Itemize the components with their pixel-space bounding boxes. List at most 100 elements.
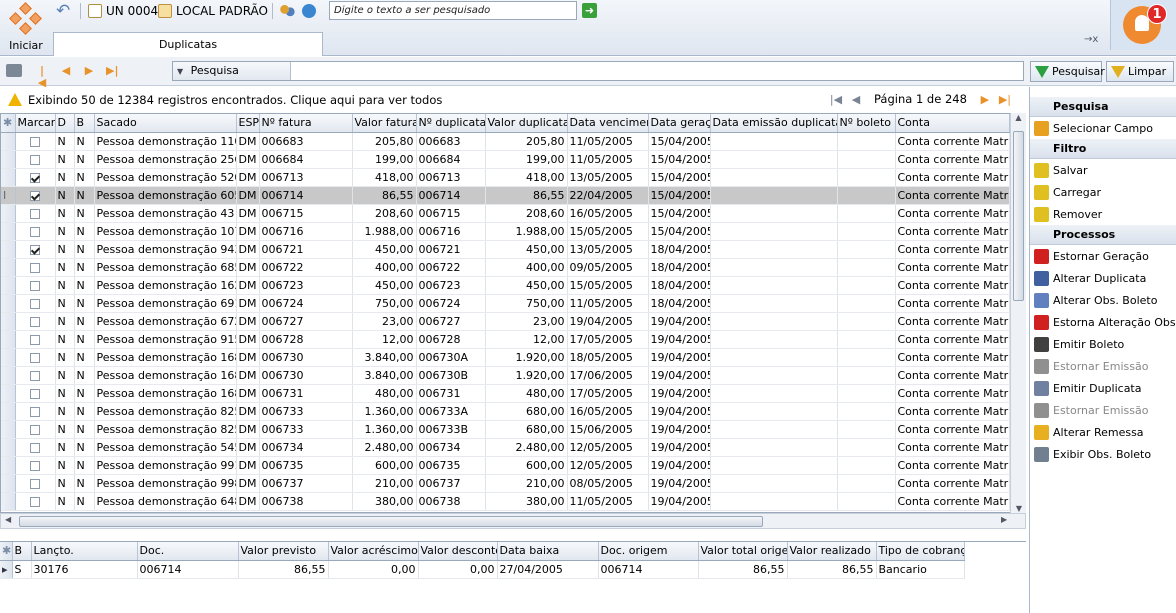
row-header[interactable]: I bbox=[1, 186, 16, 205]
grid-vertical-scrollbar[interactable]: ▲ ▼ bbox=[1010, 113, 1026, 513]
clear-button[interactable]: Limpar bbox=[1106, 61, 1174, 82]
prev-record-icon[interactable]: ◀ bbox=[60, 65, 72, 77]
column-header[interactable]: Valor duplicata bbox=[485, 114, 568, 133]
mark-checkbox[interactable] bbox=[30, 334, 40, 345]
column-header[interactable]: Data vencimento bbox=[567, 114, 649, 133]
search-button[interactable]: Pesquisar bbox=[1030, 61, 1105, 82]
mark-checkbox[interactable] bbox=[30, 154, 40, 165]
mark-checkbox[interactable] bbox=[30, 244, 40, 255]
sidebar-item[interactable]: Exibir Obs. Boleto bbox=[1030, 443, 1176, 465]
row-header[interactable] bbox=[1, 222, 16, 241]
column-header[interactable]: Conta bbox=[895, 114, 1010, 133]
table-row[interactable]: N N Pessoa demonstração 110 DM 006683 205,80 0… bbox=[1, 132, 1010, 151]
column-header[interactable]: Valor desconto bbox=[418, 542, 498, 561]
row-header[interactable] bbox=[1, 420, 16, 439]
table-row[interactable]: N N Pessoa demonstração 256 DM 006684 199,00 0… bbox=[1, 150, 1010, 169]
table-row[interactable]: N N Pessoa demonstração 685 DM 006722 400,00 0… bbox=[1, 258, 1010, 277]
unit-selector[interactable]: UN 0004 bbox=[88, 2, 158, 20]
table-row[interactable]: N N Pessoa demonstração 691 DM 006724 750,00 0… bbox=[1, 294, 1010, 313]
records-info-text[interactable]: Exibindo 50 de 12384 registros encontrad… bbox=[28, 93, 442, 107]
column-header[interactable]: B bbox=[12, 542, 32, 561]
next-page-icon[interactable]: ▶ bbox=[977, 93, 993, 106]
horizontal-scroll-thumb[interactable] bbox=[19, 516, 763, 527]
table-row[interactable]: N N Pessoa demonstração 998 DM 006737 210,00 0… bbox=[1, 474, 1010, 493]
table-row[interactable]: N N Pessoa demonstração 825 DM 006733 1.360,0… bbox=[1, 402, 1010, 421]
mark-checkbox[interactable] bbox=[30, 190, 40, 201]
column-header[interactable]: Tipo de cobrança bbox=[876, 542, 965, 561]
row-header[interactable] bbox=[1, 276, 16, 295]
mark-checkbox[interactable] bbox=[30, 406, 40, 417]
row-header[interactable] bbox=[1, 438, 16, 457]
table-row[interactable]: N N Pessoa demonstração 648 DM 006738 380,00 0… bbox=[1, 492, 1010, 511]
row-header[interactable] bbox=[1, 384, 16, 403]
sidebar-item[interactable]: Selecionar Campo bbox=[1030, 117, 1176, 139]
global-search-input[interactable]: Digite o texto a ser pesquisado bbox=[329, 1, 577, 20]
scroll-left-icon[interactable]: ◀ bbox=[5, 515, 11, 524]
mark-cell[interactable] bbox=[15, 474, 56, 493]
sidebar-item[interactable]: Estornar Emissão bbox=[1030, 399, 1176, 421]
mark-checkbox[interactable] bbox=[30, 136, 40, 147]
row-header[interactable] bbox=[1, 456, 16, 475]
column-header[interactable]: B bbox=[74, 114, 95, 133]
mark-checkbox[interactable] bbox=[30, 226, 40, 237]
row-header[interactable] bbox=[1, 348, 16, 367]
sidebar-item[interactable]: Emitir Duplicata bbox=[1030, 377, 1176, 399]
column-header[interactable]: Data baixa bbox=[497, 542, 599, 561]
scroll-up-icon[interactable]: ▲ bbox=[1011, 113, 1026, 129]
row-header[interactable] bbox=[1, 474, 16, 493]
mark-cell[interactable] bbox=[15, 456, 56, 475]
table-row[interactable]: N N Pessoa demonstração 915 DM 006728 12,00 00… bbox=[1, 330, 1010, 349]
column-header[interactable]: ESP bbox=[236, 114, 260, 133]
prev-page-icon[interactable]: ◀ bbox=[848, 93, 864, 106]
mark-checkbox[interactable] bbox=[30, 370, 40, 381]
last-page-icon[interactable]: ▶| bbox=[997, 93, 1013, 106]
sidebar-item[interactable]: Remover bbox=[1030, 203, 1176, 225]
sidebar-item[interactable]: Salvar bbox=[1030, 159, 1176, 181]
row-header[interactable] bbox=[1, 240, 16, 259]
table-row[interactable]: N N Pessoa demonstração 168 DM 006730 3.840,0… bbox=[1, 366, 1010, 385]
mark-checkbox[interactable] bbox=[30, 352, 40, 363]
row-header[interactable] bbox=[1, 366, 16, 385]
mark-cell[interactable] bbox=[15, 312, 56, 331]
refresh-button[interactable]: ↶ bbox=[56, 2, 72, 20]
mark-cell[interactable] bbox=[15, 168, 56, 187]
table-row[interactable]: N N Pessoa demonstração 825 DM 006733 1.360,0… bbox=[1, 420, 1010, 439]
mark-checkbox[interactable] bbox=[30, 208, 40, 219]
tab-duplicatas[interactable]: Duplicatas bbox=[53, 32, 323, 56]
mark-cell[interactable] bbox=[15, 222, 56, 241]
users-button[interactable] bbox=[279, 2, 295, 20]
mark-cell[interactable] bbox=[15, 186, 56, 205]
column-header[interactable]: Valor fatura bbox=[352, 114, 417, 133]
column-header[interactable]: Valor previsto bbox=[238, 542, 329, 561]
print-icon[interactable] bbox=[6, 64, 22, 77]
search-field-dropdown[interactable]: ▼ Pesquisa bbox=[173, 62, 291, 80]
location-selector[interactable]: LOCAL PADRÃO bbox=[158, 2, 268, 20]
first-page-icon[interactable]: |◀ bbox=[828, 93, 844, 106]
column-header[interactable]: Valor total origem bbox=[698, 542, 788, 561]
mark-cell[interactable] bbox=[15, 420, 56, 439]
mark-cell[interactable] bbox=[15, 330, 56, 349]
row-header[interactable] bbox=[1, 132, 16, 151]
mark-checkbox[interactable] bbox=[30, 316, 40, 327]
sidebar-item[interactable]: Alterar Duplicata bbox=[1030, 267, 1176, 289]
mark-checkbox[interactable] bbox=[30, 496, 40, 507]
column-header[interactable]: Doc. bbox=[137, 542, 239, 561]
table-row[interactable]: ▸ S 30176 006714 86,55 0,00 0,00 27/04/2005 0067… bbox=[0, 560, 965, 579]
mark-cell[interactable] bbox=[15, 366, 56, 385]
mark-cell[interactable] bbox=[15, 204, 56, 223]
column-header[interactable]: Valor realizado bbox=[787, 542, 877, 561]
column-header[interactable]: Valor acréscimo bbox=[328, 542, 419, 561]
column-header[interactable]: Nº boleto bbox=[837, 114, 896, 133]
row-header[interactable] bbox=[1, 330, 16, 349]
row-header[interactable]: ▸ bbox=[0, 560, 13, 579]
mark-checkbox[interactable] bbox=[30, 298, 40, 309]
mark-checkbox[interactable] bbox=[30, 172, 40, 183]
row-header[interactable] bbox=[1, 294, 16, 313]
mark-cell[interactable] bbox=[15, 258, 56, 277]
sidebar-item[interactable]: Estorna Alteração Obs bbox=[1030, 311, 1176, 333]
column-header[interactable]: Marcar bbox=[15, 114, 56, 133]
mark-checkbox[interactable] bbox=[30, 442, 40, 453]
scroll-down-icon[interactable]: ▼ bbox=[1011, 504, 1027, 513]
mark-cell[interactable] bbox=[15, 492, 56, 511]
mark-cell[interactable] bbox=[15, 294, 56, 313]
